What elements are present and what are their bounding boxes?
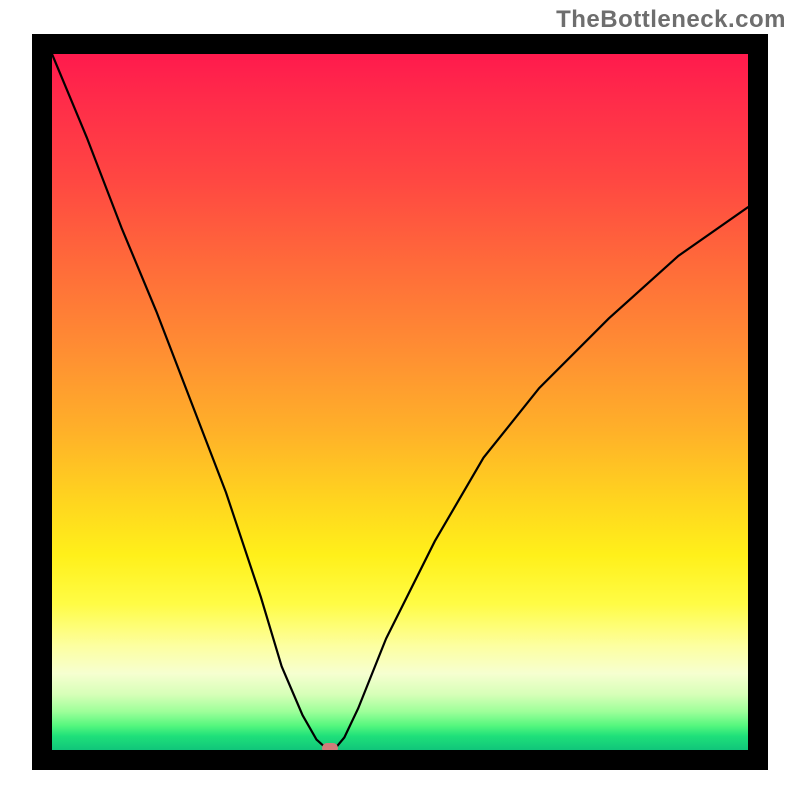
optimal-marker [322,743,338,750]
plot-frame [32,34,768,770]
plot-area [52,54,748,750]
bottleneck-curve [52,54,748,750]
chart-wrapper: TheBottleneck.com [0,0,800,800]
watermark-text: TheBottleneck.com [556,6,786,34]
